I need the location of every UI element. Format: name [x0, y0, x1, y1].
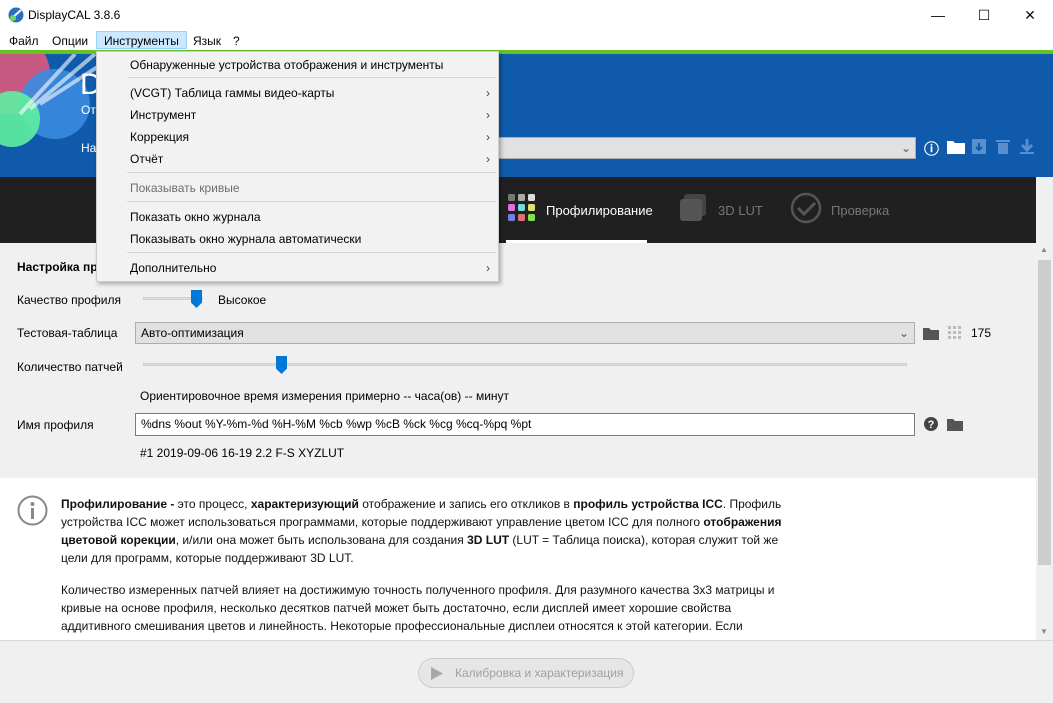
- calibrate-profile-label: Калибровка и характеризация: [455, 666, 624, 680]
- scrollbar[interactable]: ▲ ▼: [1036, 243, 1053, 640]
- menu-options[interactable]: Опции: [44, 31, 96, 49]
- menu-separator: [127, 252, 496, 253]
- chevron-right-icon: ›: [486, 261, 490, 275]
- menu-item-label: Показать окно журнала: [130, 210, 261, 224]
- profile-name-value: %dns %out %Y-%m-%d %H-%M %cb %wp %cB %ck…: [141, 417, 532, 431]
- help-icon[interactable]: ?: [924, 417, 938, 431]
- tab-verification[interactable]: Проверка: [790, 177, 900, 243]
- delete-icon: [996, 140, 1010, 154]
- section-title: Настройка пр: [17, 260, 98, 274]
- testchart-label: Тестовая-таблица: [17, 326, 118, 340]
- profile-name-label: Имя профиля: [17, 418, 94, 432]
- menu-item-label: Показывать окно журнала автоматически: [130, 232, 362, 246]
- menu-language[interactable]: Язык: [185, 31, 229, 49]
- window-title: DisplayCAL 3.8.6: [28, 8, 121, 22]
- patch-grid-icon[interactable]: [948, 326, 961, 339]
- minimize-button[interactable]: —: [915, 0, 961, 30]
- scroll-up-arrow[interactable]: ▲: [1040, 245, 1048, 254]
- tab-verification-label: Проверка: [831, 203, 890, 218]
- folder-icon[interactable]: [947, 418, 963, 431]
- menu-item-label: (VCGT) Таблица гаммы видео-карты: [130, 86, 335, 100]
- chevron-right-icon: ›: [486, 130, 490, 144]
- quality-value: Высокое: [218, 293, 267, 307]
- svg-text:?: ?: [928, 419, 935, 431]
- info-icon[interactable]: ⓘ: [924, 138, 939, 159]
- menu-item-7[interactable]: Показывать окно журнала автоматически: [130, 229, 490, 249]
- menu-item-label: Показывать кривые: [130, 181, 240, 195]
- info-bold-text: 3D LUT: [467, 533, 510, 547]
- info-paragraph-1: Профилирование - это процесс, характериз…: [61, 495, 786, 567]
- menu-item-label: Дополнительно: [130, 261, 217, 275]
- tools-dropdown-menu: Обнаруженные устройства отображения и ин…: [96, 51, 499, 282]
- menu-item-label: Инструмент: [130, 108, 197, 122]
- tab-3dlut-label: 3D LUT: [718, 203, 763, 218]
- display-label: На: [81, 141, 97, 155]
- chevron-right-icon: ›: [486, 86, 490, 100]
- maximize-button[interactable]: ☐: [961, 0, 1007, 30]
- patches-slider[interactable]: [143, 363, 907, 366]
- menu-item-6[interactable]: Показать окно журнала: [130, 207, 490, 227]
- patches-label: Количество патчей: [17, 360, 123, 374]
- app-icon: [8, 7, 24, 23]
- info-bold-text: характеризующий: [250, 497, 359, 511]
- menu-item-label: Коррекция: [130, 130, 190, 144]
- scroll-down-arrow[interactable]: ▼: [1040, 627, 1048, 636]
- bottom-bar: Калибровка и характеризация: [0, 640, 1053, 703]
- info-text: , и/или она может быть использована для …: [175, 533, 468, 547]
- menu-help[interactable]: ?: [225, 31, 248, 49]
- checkmark-circle-icon: [790, 192, 822, 224]
- menu-separator: [127, 201, 496, 202]
- chevron-down-icon: ⌄: [898, 326, 909, 340]
- menu-item-0[interactable]: Обнаруженные устройства отображения и ин…: [130, 55, 490, 75]
- chevron-right-icon: ›: [486, 108, 490, 122]
- info-text: отображение и запись его откликов в: [358, 497, 574, 511]
- tab-profiling-label: Профилирование: [546, 203, 653, 218]
- menu-tools[interactable]: Инструменты: [96, 31, 187, 49]
- folder-icon[interactable]: [923, 327, 939, 340]
- menu-separator: [127, 77, 496, 78]
- profile-name-input[interactable]: %dns %out %Y-%m-%d %H-%M %cb %wp %cB %ck…: [135, 413, 915, 436]
- patch-count: 175: [971, 326, 992, 340]
- info-bold-text: профиль устройства ICC: [573, 497, 723, 511]
- testchart-select-value: Авто-оптимизация: [141, 326, 244, 340]
- archive-icon: [972, 139, 986, 154]
- chevron-down-icon: ⌄: [900, 141, 911, 155]
- measurement-estimate: Ориентировочное время измерения примерно…: [140, 389, 510, 403]
- info-panel: Профилирование - это процесс, характериз…: [0, 478, 1036, 640]
- menu-item-4[interactable]: Отчёт ›: [130, 149, 490, 169]
- scrollbar-thumb[interactable]: [1038, 260, 1051, 565]
- cube-icon: [680, 194, 706, 221]
- tab-profiling[interactable]: Профилирование: [506, 177, 653, 243]
- app-subtitle: От: [81, 103, 96, 117]
- close-button[interactable]: ✕: [1007, 0, 1053, 30]
- title-bar: DisplayCAL 3.8.6 — ☐ ✕: [0, 0, 1053, 30]
- menu-item-2[interactable]: Инструмент ›: [130, 105, 490, 125]
- quality-label: Качество профиля: [17, 293, 121, 307]
- testchart-select[interactable]: Авто-оптимизация ⌄: [135, 322, 915, 344]
- patches-slider-thumb[interactable]: [276, 356, 287, 374]
- menu-bar: Файл Опции Инструменты Язык ?: [0, 30, 1053, 50]
- menu-item-8[interactable]: Дополнительно ›: [130, 258, 490, 278]
- menu-item-1[interactable]: (VCGT) Таблица гаммы видео-карты ›: [130, 83, 490, 103]
- menu-item-5: Показывать кривые: [130, 178, 490, 198]
- profile-name-preview: #1 2019-09-06 16-19 2.2 F-S XYZLUT: [140, 446, 345, 460]
- info-paragraph-2: Количество измеренных патчей влияет на д…: [61, 583, 775, 633]
- calibrate-profile-button[interactable]: Калибровка и характеризация: [418, 658, 634, 688]
- tab-3dlut[interactable]: 3D LUT: [680, 177, 770, 243]
- info-text: это процесс,: [174, 497, 251, 511]
- menu-file[interactable]: Файл: [1, 31, 47, 49]
- display-select[interactable]: ⌄: [498, 137, 916, 159]
- quality-slider-thumb[interactable]: [191, 290, 202, 308]
- folder-icon[interactable]: [947, 140, 965, 154]
- menu-item-label: Отчёт: [130, 152, 164, 166]
- menu-item-label: Обнаруженные устройства отображения и ин…: [130, 58, 444, 72]
- download-icon: [1020, 139, 1034, 154]
- chevron-right-icon: ›: [486, 152, 490, 166]
- menu-separator: [127, 172, 496, 173]
- info-icon: [17, 495, 48, 526]
- menu-item-3[interactable]: Коррекция ›: [130, 127, 490, 147]
- play-icon: [431, 667, 443, 680]
- color-patches-icon: [508, 194, 535, 221]
- info-bold-text: Профилирование -: [61, 497, 175, 511]
